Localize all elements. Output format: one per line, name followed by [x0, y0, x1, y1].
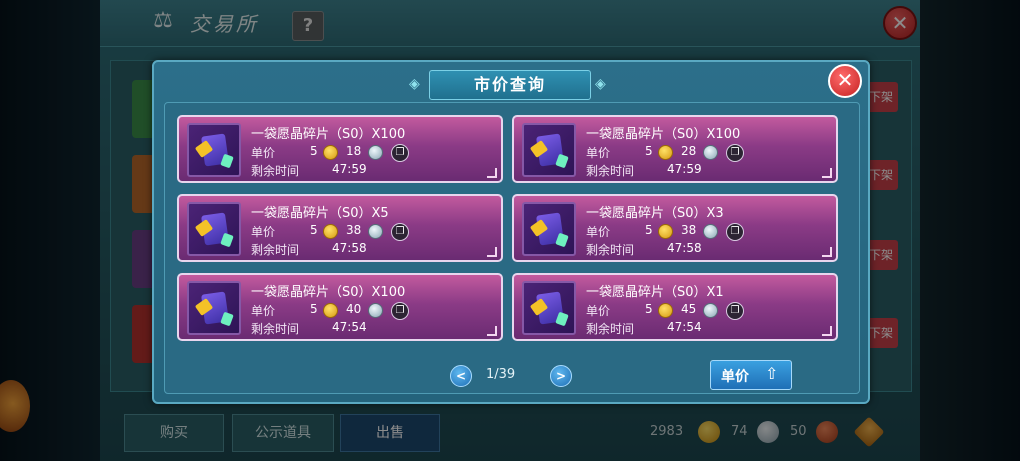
listing-card[interactable]: 一袋愿晶碎片（S0）X5 单价 5 38 ❐ 剩余时间 47:58 [177, 194, 503, 262]
silver-coin-icon [703, 303, 718, 318]
time-left-label: 剩余时间 [251, 243, 300, 257]
market-price-dialog: ◈ 市价查询 ◈ ✕ 一袋愿晶碎片（S0）X100 单价 5 18 ❐ 剩余时间… [152, 60, 870, 404]
corner-mark [487, 247, 497, 257]
price-silver: 38 [681, 223, 697, 237]
time-left-label: 剩余时间 [586, 322, 635, 336]
corner-mark [487, 168, 497, 178]
copy-icon[interactable]: ❐ [726, 144, 744, 162]
price-silver: 18 [346, 144, 362, 158]
unit-price-label: 单价 [586, 304, 611, 318]
price-silver: 38 [346, 223, 362, 237]
listing-grid: 一袋愿晶碎片（S0）X100 单价 5 18 ❐ 剩余时间 47:59 一袋愿晶… [164, 102, 860, 394]
time-left: 47:54 [667, 320, 702, 334]
dialog-close-button[interactable]: ✕ [828, 64, 862, 98]
listing-name: 一袋愿晶碎片（S0）X1 [586, 285, 724, 300]
time-left: 47:54 [332, 320, 367, 334]
price-gold: 5 [310, 223, 318, 237]
gold-coin-icon [323, 224, 338, 239]
dialog-title-bar: 市价查询 [429, 70, 591, 100]
price-gold: 5 [310, 302, 318, 316]
silver-coin-icon [368, 145, 383, 160]
time-left: 47:59 [332, 162, 367, 176]
gold-coin-icon [323, 303, 338, 318]
crystal-bag-icon [187, 123, 241, 177]
unit-price-label: 单价 [251, 146, 276, 160]
listing-card[interactable]: 一袋愿晶碎片（S0）X100 单价 5 28 ❐ 剩余时间 47:59 [512, 115, 838, 183]
unit-price-label: 单价 [586, 225, 611, 239]
listing-card[interactable]: 一袋愿晶碎片（S0）X1 单价 5 45 ❐ 剩余时间 47:54 [512, 273, 838, 341]
sort-label: 单价 [721, 369, 749, 385]
time-left: 47:58 [667, 241, 702, 255]
gold-coin-icon [658, 224, 673, 239]
listing-name: 一袋愿晶碎片（S0）X5 [251, 206, 389, 221]
time-left: 47:59 [667, 162, 702, 176]
gold-coin-icon [658, 303, 673, 318]
silver-coin-icon [703, 224, 718, 239]
copy-icon[interactable]: ❐ [391, 144, 409, 162]
listing-name: 一袋愿晶碎片（S0）X3 [586, 206, 724, 221]
prev-page-button[interactable]: < [450, 365, 472, 387]
copy-icon[interactable]: ❐ [726, 302, 744, 320]
corner-mark [822, 247, 832, 257]
ornament-left-icon: ◈ [409, 76, 420, 92]
price-silver: 45 [681, 302, 697, 316]
listing-name: 一袋愿晶碎片（S0）X100 [251, 127, 406, 142]
page-indicator: 1/39 [486, 367, 516, 382]
crystal-bag-icon [522, 123, 576, 177]
unit-price-label: 单价 [251, 225, 276, 239]
time-left-label: 剩余时间 [586, 243, 635, 257]
crystal-bag-icon [187, 202, 241, 256]
price-gold: 5 [310, 144, 318, 158]
gold-coin-icon [323, 145, 338, 160]
crystal-bag-icon [187, 281, 241, 335]
dialog-title: 市价查询 [473, 75, 546, 94]
arrow-up-icon: ⇧ [765, 364, 779, 383]
corner-mark [822, 326, 832, 336]
copy-icon[interactable]: ❐ [391, 302, 409, 320]
corner-mark [487, 326, 497, 336]
listing-name: 一袋愿晶碎片（S0）X100 [586, 127, 741, 142]
time-left-label: 剩余时间 [251, 164, 300, 178]
price-silver: 40 [346, 302, 362, 316]
listing-card[interactable]: 一袋愿晶碎片（S0）X100 单价 5 40 ❐ 剩余时间 47:54 [177, 273, 503, 341]
price-gold: 5 [645, 302, 653, 316]
dialog-title-banner: ◈ 市价查询 ◈ [409, 66, 609, 100]
listing-card[interactable]: 一袋愿晶碎片（S0）X100 单价 5 18 ❐ 剩余时间 47:59 [177, 115, 503, 183]
listing-card[interactable]: 一袋愿晶碎片（S0）X3 单价 5 38 ❐ 剩余时间 47:58 [512, 194, 838, 262]
copy-icon[interactable]: ❐ [391, 223, 409, 241]
price-gold: 5 [645, 223, 653, 237]
next-page-button[interactable]: > [550, 365, 572, 387]
time-left-label: 剩余时间 [586, 164, 635, 178]
crystal-bag-icon [522, 202, 576, 256]
copy-icon[interactable]: ❐ [726, 223, 744, 241]
corner-mark [822, 168, 832, 178]
time-left-label: 剩余时间 [251, 322, 300, 336]
sort-by-unit-price-button[interactable]: 单价 ⇧ [710, 360, 792, 390]
gold-coin-icon [658, 145, 673, 160]
unit-price-label: 单价 [586, 146, 611, 160]
listing-name: 一袋愿晶碎片（S0）X100 [251, 285, 406, 300]
crystal-bag-icon [522, 281, 576, 335]
silver-coin-icon [368, 303, 383, 318]
silver-coin-icon [703, 145, 718, 160]
silver-coin-icon [368, 224, 383, 239]
price-silver: 28 [681, 144, 697, 158]
price-gold: 5 [645, 144, 653, 158]
unit-price-label: 单价 [251, 304, 276, 318]
ornament-right-icon: ◈ [595, 76, 606, 92]
time-left: 47:58 [332, 241, 367, 255]
